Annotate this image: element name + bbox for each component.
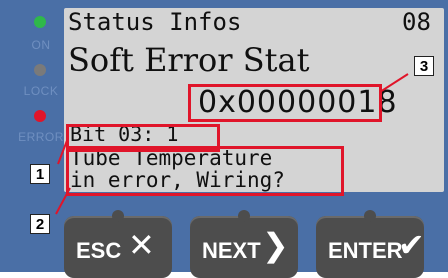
enter-button-indicator: [364, 210, 376, 222]
error-code-highlight: [188, 84, 382, 122]
next-button-label: NEXT: [202, 238, 261, 263]
close-x-icon: ✕: [128, 226, 155, 264]
enter-button[interactable]: ENTER ✔: [316, 210, 425, 278]
esc-button-label: ESC: [76, 238, 122, 263]
callout-1: 1: [30, 164, 50, 184]
message-highlight: [66, 146, 344, 196]
device-panel: ON LOCK ERROR Status Infos 08 Soft Error…: [0, 0, 448, 278]
next-button[interactable]: NEXT ❯: [190, 210, 298, 278]
enter-button-label: ENTER: [328, 238, 403, 263]
error-led-icon: [34, 110, 46, 122]
page-number: 08: [402, 8, 431, 36]
header-title: Status Infos: [68, 8, 242, 36]
next-button-indicator: [238, 210, 250, 222]
esc-button[interactable]: ESC ✕: [64, 210, 172, 278]
callout-3: 3: [414, 56, 434, 76]
esc-button-indicator: [112, 210, 124, 222]
main-title: Soft Error Stat: [68, 41, 310, 79]
chevron-right-icon: ❯: [262, 226, 289, 264]
checkmark-icon: ✔: [398, 226, 425, 264]
lock-led-icon: [34, 64, 46, 76]
on-led-icon: [34, 16, 46, 28]
callout-2: 2: [30, 214, 50, 234]
